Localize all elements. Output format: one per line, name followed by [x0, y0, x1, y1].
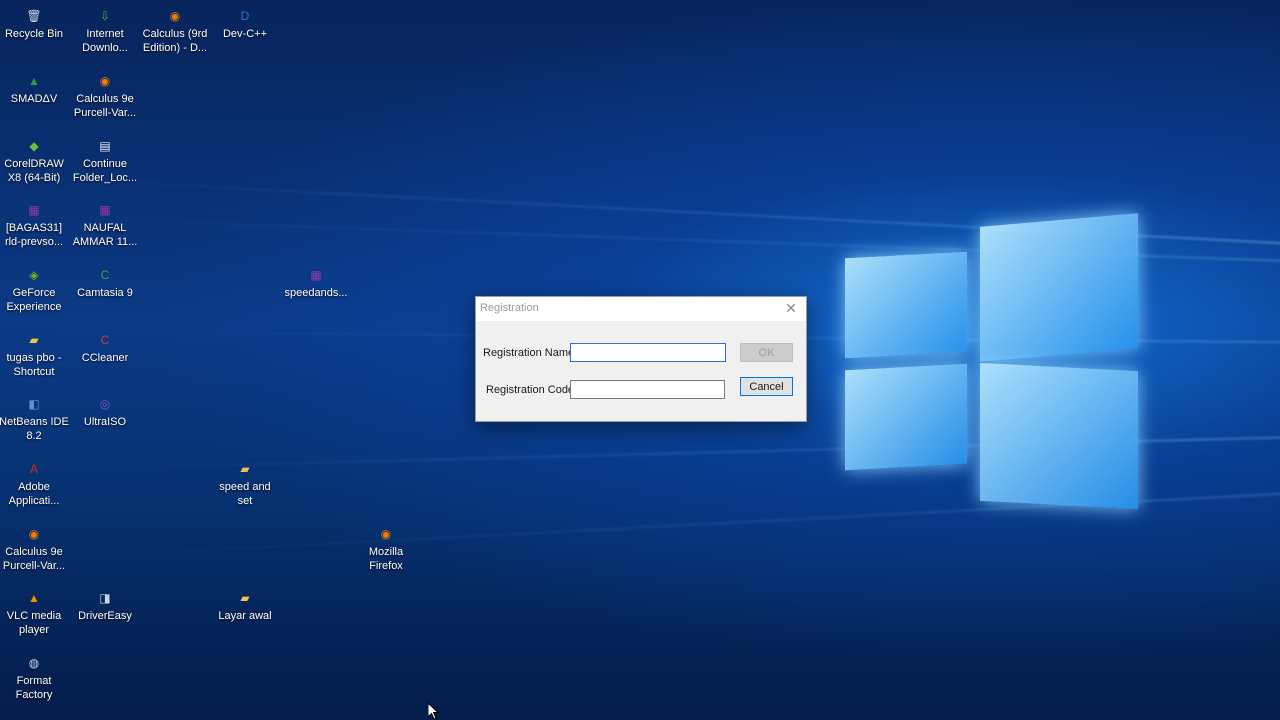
desktop-icon-adobe[interactable]: A Adobe Applicati...	[0, 460, 69, 508]
firefox-document-icon: ◉	[28, 527, 40, 541]
desktop-icon-label: CCleaner	[81, 352, 129, 364]
desktop-icon-tugas-pbo[interactable]: ▰ tugas pbo - Shortcut	[0, 331, 69, 379]
camtasia-icon: C	[100, 268, 110, 282]
desktop-icon-label: Mozilla Firefox	[368, 546, 404, 572]
desktop-icon-mozilla-firefox[interactable]: ◉ Mozilla Firefox	[351, 525, 421, 573]
desktop-icon-speedands[interactable]: ▦ speedands...	[281, 266, 351, 300]
registration-code-input[interactable]	[570, 380, 725, 399]
desktop-icon-smadav[interactable]: ▲ SMADΔV	[0, 72, 69, 106]
desktop-icon-bagas31[interactable]: ▦ [BAGAS31] rld-prevso...	[0, 201, 69, 249]
mouse-pointer-icon	[427, 701, 440, 720]
registration-code-label: Registration Code:	[486, 384, 578, 396]
desktop-icon-camtasia[interactable]: C Camtasia 9	[70, 266, 140, 300]
desktop-icon-label: Calculus 9e Purcell-Var...	[2, 546, 66, 572]
desktop-icon-label: NAUFAL AMMAR 11...	[72, 222, 138, 248]
desktop-icon-label: SMADΔV	[10, 93, 58, 105]
coreldraw-icon: ◆	[29, 139, 39, 153]
desktop-icon-format-factory[interactable]: ◍ Format Factory	[0, 654, 69, 702]
desktop-icon-netbeans[interactable]: ◧ NetBeans IDE 8.2	[0, 395, 69, 443]
desktop-icon-label: tugas pbo - Shortcut	[6, 352, 62, 378]
windows-logo-pane	[980, 362, 1138, 510]
desktop-icon-label: UltraISO	[83, 416, 127, 428]
folder-shortcut-icon: ▰	[29, 333, 39, 347]
desktop-icon-label: Continue Folder_Loc...	[72, 158, 138, 184]
desktop-icon-label: Calculus 9e Purcell-Var...	[73, 93, 137, 119]
registration-name-label: Registration Name:	[483, 347, 578, 359]
cancel-button[interactable]: Cancel	[740, 377, 793, 396]
desktop-icon-label: speed and set	[219, 481, 271, 507]
winrar-archive-icon: ▦	[99, 203, 111, 217]
desktop-icon-calculus-9rd[interactable]: ◉ Calculus (9rd Edition) - D...	[140, 7, 210, 55]
adobe-icon: A	[29, 462, 38, 476]
desktop-icon-dev-cpp[interactable]: D Dev-C++	[210, 7, 280, 41]
winrar-archive-icon: ▦	[28, 203, 40, 217]
desktop-icon-label: Format Factory	[15, 675, 53, 701]
desktop-icon-label: Calculus (9rd Edition) - D...	[142, 28, 208, 54]
desktop-icon-label: CorelDRAW X8 (64-Bit)	[4, 158, 64, 184]
desktop-icon-internet-download-manager[interactable]: ⇩ Internet Downlo...	[70, 7, 140, 55]
winrar-archive-icon: ▦	[310, 268, 322, 282]
desktop-icon-layar-awal[interactable]: ▰ Layar awal	[210, 589, 280, 623]
desktop-icon-ccleaner[interactable]: C CCleaner	[70, 331, 140, 365]
desktop-icon-ultraiso[interactable]: ◎ UltraISO	[70, 395, 140, 429]
windows-logo-pane	[845, 363, 967, 471]
drivereasy-icon: ◨	[99, 591, 111, 605]
desktop-icon-label: Internet Downlo...	[82, 28, 128, 54]
desktop-icon-coreldraw[interactable]: ◆ CorelDRAW X8 (64-Bit)	[0, 137, 69, 185]
registration-dialog: Registration ✕ Registration Name: OK Reg…	[475, 296, 807, 422]
desktop-icon-label: VLC media player	[6, 610, 62, 636]
smadav-icon: ▲	[28, 74, 40, 88]
desktop-icon-calculus-9e-2[interactable]: ◉ Calculus 9e Purcell-Var...	[0, 525, 69, 573]
desktop-icon-label: NetBeans IDE 8.2	[0, 416, 69, 442]
document-icon: ▤	[99, 139, 111, 153]
ok-button[interactable]: OK	[740, 343, 793, 362]
desktop-icon-label: GeForce Experience	[6, 287, 62, 313]
firefox-icon: ◉	[380, 527, 392, 541]
windows-logo-pane	[980, 213, 1138, 362]
desktop-icon-drivereasy[interactable]: ◨ DriverEasy	[70, 589, 140, 623]
desktop-icon-vlc[interactable]: ▲ VLC media player	[0, 589, 69, 637]
firefox-document-icon: ◉	[169, 9, 181, 23]
ultraiso-icon: ◎	[99, 397, 111, 411]
dialog-body: Registration Name: OK Registration Code:…	[476, 321, 806, 421]
close-icon[interactable]: ✕	[782, 299, 800, 317]
desktop-icon-speed-and-set[interactable]: ▰ speed and set	[210, 460, 280, 508]
netbeans-icon: ◧	[28, 397, 40, 411]
vlc-icon: ▲	[28, 591, 40, 605]
desktop-icon-label: Dev-C++	[222, 28, 268, 40]
desktop-icon-label: Recycle Bin	[4, 28, 64, 40]
ccleaner-icon: C	[100, 333, 110, 347]
desktop-icon-continue-folder[interactable]: ▤ Continue Folder_Loc...	[70, 137, 140, 185]
folder-icon: ▰	[240, 462, 250, 476]
desktop-icon-label: Layar awal	[218, 610, 272, 622]
registration-name-input[interactable]	[570, 343, 726, 362]
internet-download-manager-icon: ⇩	[99, 9, 111, 23]
dev-cpp-icon: D	[240, 9, 250, 23]
desktop-icon-label: Camtasia 9	[77, 287, 133, 299]
windows-logo	[835, 210, 1155, 520]
desktop-icon-calculus-9e[interactable]: ◉ Calculus 9e Purcell-Var...	[70, 72, 140, 120]
dialog-titlebar[interactable]: Registration ✕	[476, 297, 806, 321]
format-factory-icon: ◍	[28, 656, 40, 670]
windows-logo-pane	[845, 251, 967, 359]
desktop-icon-label: [BAGAS31] rld-prevso...	[4, 222, 64, 248]
geforce-experience-icon: ◈	[29, 268, 39, 282]
dialog-title: Registration	[480, 302, 539, 314]
folder-icon: ▰	[240, 591, 250, 605]
desktop-icon-naufal-ammar[interactable]: ▦ NAUFAL AMMAR 11...	[70, 201, 140, 249]
recycle-bin-icon: 🗑	[26, 9, 42, 23]
desktop-icon-label: Adobe Applicati...	[8, 481, 60, 507]
desktop-icon-label: speedands...	[284, 287, 348, 299]
desktop-icon-label: DriverEasy	[78, 610, 132, 622]
desktop-icon-recycle-bin[interactable]: 🗑 Recycle Bin	[0, 7, 69, 41]
firefox-document-icon: ◉	[99, 74, 111, 88]
desktop-icon-geforce-experience[interactable]: ◈ GeForce Experience	[0, 266, 69, 314]
